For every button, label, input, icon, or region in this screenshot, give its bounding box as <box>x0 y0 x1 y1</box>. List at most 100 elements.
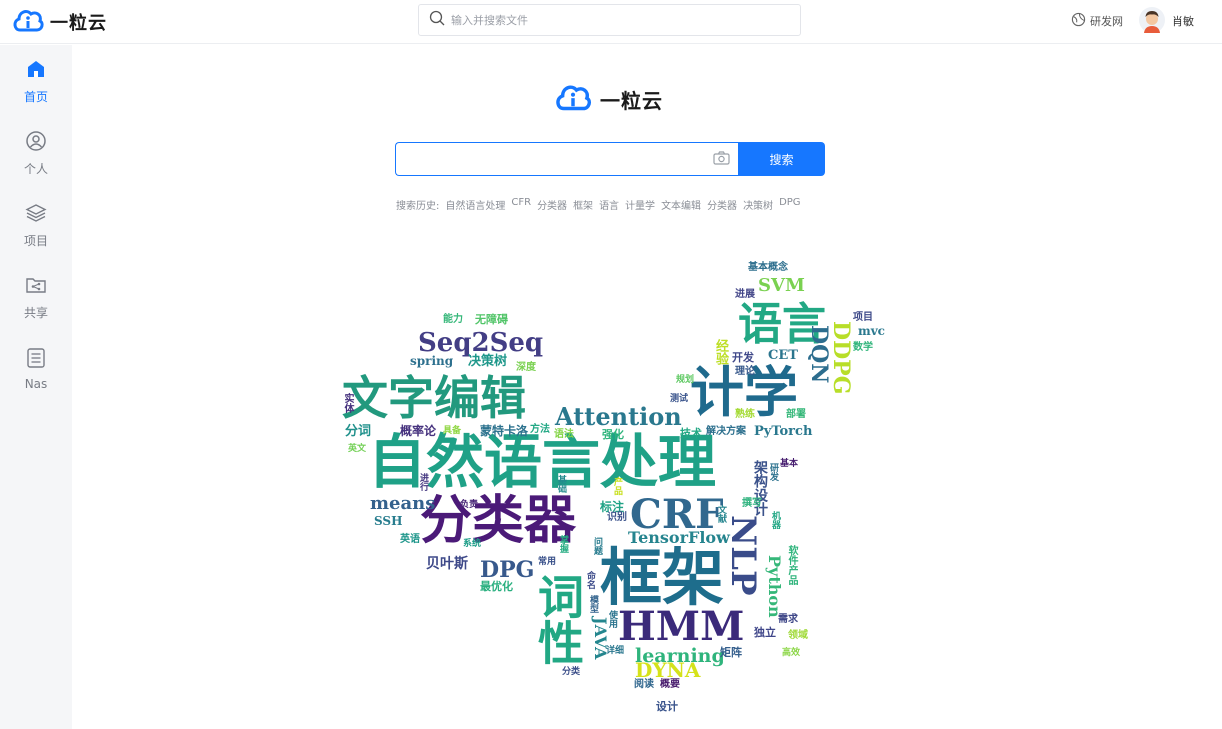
cloud-word[interactable]: 软件产品 <box>786 545 797 585</box>
main-search-field[interactable] <box>395 142 738 176</box>
cloud-word[interactable]: 命名 <box>585 571 595 589</box>
cloud-word[interactable]: 解决方案 <box>706 427 746 437</box>
sidebar-item-nas[interactable]: Nas <box>0 333 72 405</box>
cloud-word[interactable]: 独立 <box>754 627 776 638</box>
cloud-word[interactable]: 概率论 <box>400 425 436 437</box>
cloud-word[interactable]: Python <box>765 555 784 618</box>
cloud-word[interactable]: 模型 <box>588 595 598 613</box>
cloud-word[interactable]: DDPG <box>828 321 854 395</box>
cloud-word[interactable]: 开发 <box>732 352 754 363</box>
network-switch[interactable]: 研发网 <box>1071 12 1123 30</box>
user-menu[interactable]: 肖敏 <box>1139 6 1194 36</box>
cloud-word[interactable]: 最优化 <box>480 581 513 592</box>
history-item[interactable]: CFR <box>511 197 531 212</box>
main-search-input[interactable] <box>404 144 713 174</box>
cloud-word[interactable]: 识别 <box>607 513 627 523</box>
cloud-word[interactable]: SVM <box>758 277 805 295</box>
cloud-word[interactable]: NLP <box>723 515 763 596</box>
cloud-word[interactable]: 进展 <box>735 290 755 300</box>
cloud-word[interactable]: 技术 <box>680 428 702 439</box>
cloud-word[interactable]: 问题 <box>592 537 602 555</box>
cloud-word[interactable]: 概要 <box>660 680 680 690</box>
camera-icon[interactable] <box>713 150 730 169</box>
cloud-word[interactable]: 数学 <box>853 343 873 353</box>
cloud-word[interactable]: 深度 <box>516 363 536 373</box>
cloud-word[interactable]: Attention <box>555 405 682 429</box>
cloud-word[interactable]: CET <box>768 349 798 362</box>
cloud-word[interactable]: 强化 <box>602 429 624 440</box>
cloud-word[interactable]: 矩阵 <box>720 647 742 658</box>
cloud-word[interactable]: 词性 <box>531 573 585 665</box>
cloud-word[interactable]: 具备 <box>443 427 461 436</box>
cloud-word[interactable]: 理论 <box>735 367 755 377</box>
cloud-word[interactable]: 掌握 <box>558 535 568 553</box>
history-item[interactable]: 分类器 <box>707 197 737 212</box>
cloud-word[interactable]: 机器 <box>770 511 780 529</box>
cloud-word[interactable]: 项目 <box>853 313 873 323</box>
cloud-word[interactable]: learning <box>635 647 725 666</box>
cloud-word[interactable]: PyTorch <box>754 425 812 438</box>
cloud-word[interactable]: 方法 <box>530 425 550 435</box>
cloud-word[interactable]: 决策树 <box>468 355 507 368</box>
cloud-word[interactable]: 分类 <box>562 668 580 677</box>
history-item[interactable]: 计量学 <box>625 197 655 212</box>
cloud-word[interactable]: 领域 <box>788 631 808 641</box>
history-item[interactable]: 框架 <box>573 197 593 212</box>
cloud-word[interactable]: 实体 <box>342 393 353 413</box>
history-item[interactable]: DPG <box>779 197 800 212</box>
cloud-word[interactable]: 文字编辑 <box>342 375 526 421</box>
cloud-word[interactable]: 常用 <box>538 558 556 567</box>
cloud-word[interactable]: 分类器 <box>420 495 576 547</box>
history-item[interactable]: 文本编辑 <box>661 197 701 212</box>
cloud-word[interactable]: 贝叶斯 <box>426 557 468 571</box>
history-item[interactable]: 分类器 <box>537 197 567 212</box>
cloud-word[interactable]: 产品 <box>612 477 622 495</box>
cloud-word[interactable]: 进行 <box>418 473 428 491</box>
cloud-word[interactable]: mvc <box>858 325 885 337</box>
cloud-word[interactable]: 使用 <box>607 610 617 628</box>
sidebar-item-personal[interactable]: 个人 <box>0 117 72 189</box>
cloud-word[interactable]: 语法 <box>554 430 574 440</box>
cloud-word[interactable]: 蒙特卡洛 <box>480 425 528 437</box>
sidebar-item-projects[interactable]: 项目 <box>0 189 72 261</box>
cloud-word[interactable]: 基础 <box>556 475 566 493</box>
cloud-word[interactable]: 英文 <box>348 445 366 454</box>
cloud-word[interactable]: 设计 <box>656 701 678 712</box>
cloud-word[interactable]: 规划 <box>676 376 694 385</box>
cloud-word[interactable]: 高效 <box>782 649 800 658</box>
cloud-word[interactable]: 需求 <box>778 615 798 625</box>
cloud-word[interactable]: 撰写 <box>742 499 762 509</box>
cloud-word[interactable]: SSH <box>374 515 402 527</box>
cloud-word[interactable]: 阅读 <box>634 680 654 690</box>
history-item[interactable]: 决策树 <box>743 197 773 212</box>
cloud-word[interactable]: HMM <box>618 607 744 647</box>
sidebar-item-shared[interactable]: 共享 <box>0 261 72 333</box>
cloud-word[interactable]: 负责 <box>460 501 478 510</box>
cloud-word[interactable]: 经验 <box>713 339 728 365</box>
cloud-word[interactable]: DQN <box>806 325 832 383</box>
cloud-word[interactable]: 部署 <box>786 410 806 420</box>
history-item[interactable]: 自然语言处理 <box>445 197 505 212</box>
cloud-word[interactable]: 无障碍 <box>475 314 508 325</box>
cloud-word[interactable]: TensorFlow <box>628 530 730 546</box>
cloud-word[interactable]: DPG <box>480 559 534 581</box>
cloud-word[interactable]: 文献 <box>716 505 726 523</box>
top-search-bar[interactable] <box>418 4 801 36</box>
search-button[interactable]: 搜索 <box>738 142 825 176</box>
cloud-word[interactable]: 研发 <box>768 463 778 481</box>
history-item[interactable]: 语言 <box>599 197 619 212</box>
cloud-word[interactable]: 详细 <box>606 647 624 656</box>
cloud-word[interactable]: 英语 <box>400 535 420 545</box>
sidebar-item-home[interactable]: 首页 <box>0 45 72 117</box>
cloud-word[interactable]: 能力 <box>443 315 463 325</box>
cloud-word[interactable]: spring <box>410 355 453 367</box>
cloud-word[interactable]: 基本概念 <box>748 263 788 273</box>
cloud-word[interactable]: Seq2Seq <box>418 330 543 356</box>
cloud-word[interactable]: 基本 <box>780 460 798 469</box>
cloud-word[interactable]: 熟练 <box>735 410 755 420</box>
top-search-input[interactable] <box>451 13 771 27</box>
cloud-word[interactable]: 测试 <box>670 395 688 404</box>
cloud-word[interactable]: 框架 <box>600 547 724 609</box>
cloud-word[interactable]: 分词 <box>345 425 371 438</box>
cloud-word[interactable]: means <box>370 495 435 513</box>
